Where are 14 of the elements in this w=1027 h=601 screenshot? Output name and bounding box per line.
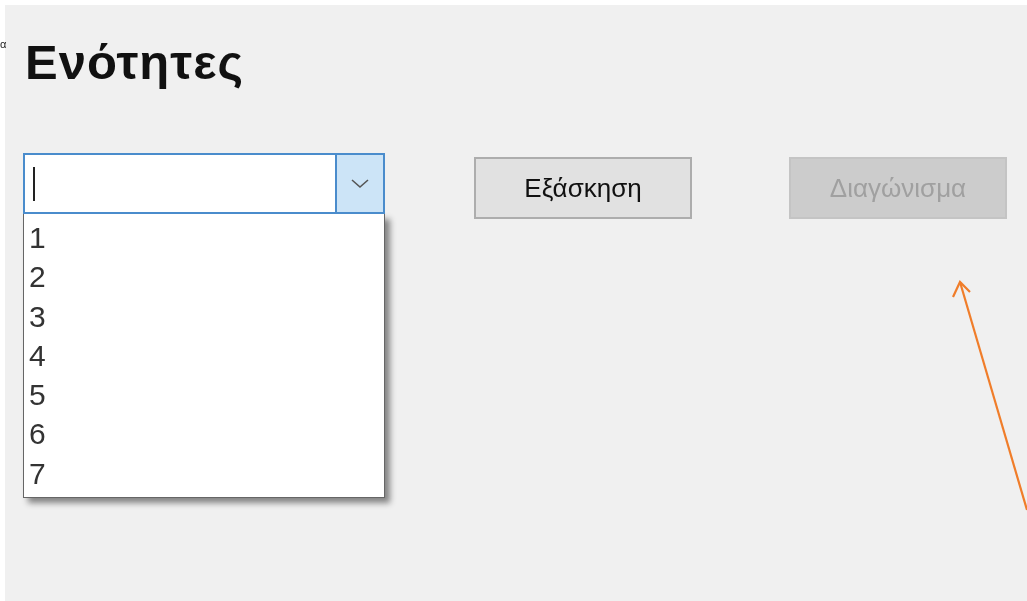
chevron-down-icon bbox=[351, 178, 369, 189]
dropdown-option[interactable]: 6 bbox=[29, 414, 384, 454]
dropdown-option[interactable]: 4 bbox=[29, 335, 384, 376]
dropdown-option[interactable]: 7 bbox=[29, 453, 384, 494]
dropdown-field[interactable] bbox=[23, 153, 385, 214]
dropdown-button[interactable] bbox=[335, 155, 383, 212]
dropdown-option[interactable]: 3 bbox=[29, 296, 384, 336]
text-cursor bbox=[33, 167, 35, 201]
dropdown-option[interactable]: 2 bbox=[29, 257, 384, 297]
page-title: Ενότητες bbox=[25, 34, 245, 91]
action-button[interactable]: Εξάσκηση bbox=[474, 157, 692, 219]
dropdown-option[interactable]: 1 bbox=[29, 218, 384, 258]
greek-letter: α bbox=[0, 38, 7, 50]
dropdown-option[interactable]: 5 bbox=[29, 375, 384, 415]
